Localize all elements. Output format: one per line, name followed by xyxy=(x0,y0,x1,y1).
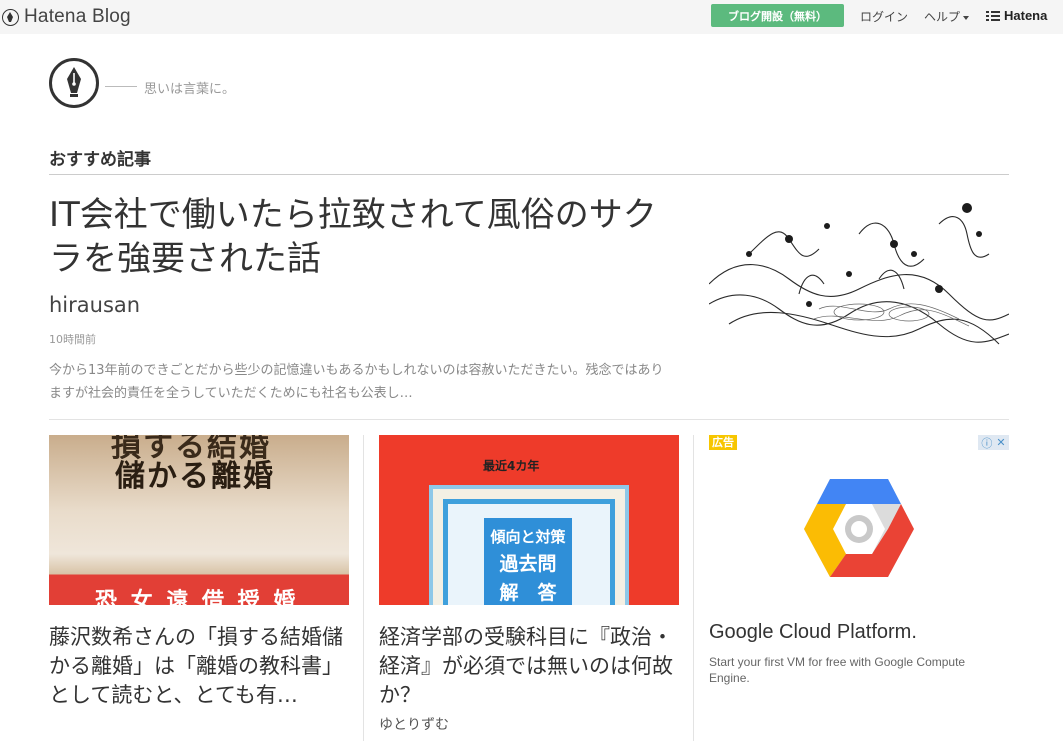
thumb-line: 傾向と対策 xyxy=(490,528,566,546)
start-blog-button[interactable]: ブログ開設（無料） xyxy=(711,4,844,27)
thumb-line: 解 答 xyxy=(499,582,557,604)
chevron-down-icon xyxy=(963,15,970,20)
hatena-blog-logo-icon xyxy=(2,8,19,26)
article-card[interactable]: 最近4カ年 傾向と対策 過去問 解 答 経済学部の受験科目に『政治・経済』が必須… xyxy=(379,435,679,734)
ad-choices[interactable]: ⓘ ✕ xyxy=(978,435,1009,450)
thumb-text-bottom: 恐 女 遠 借 授 婚 xyxy=(95,589,299,605)
thumb-line: 過去問 xyxy=(499,553,557,575)
featured-excerpt: 今から13年前のできごとだから些少の記憶違いもあるかもしれないのは容赦いただきた… xyxy=(49,363,664,401)
article-card[interactable]: 損する結婚 儲かる離婚 恐 女 遠 借 授 婚 藤沢数希さんの「損する結婚儲かる… xyxy=(49,435,349,710)
article-author[interactable]: ゆとりずむ xyxy=(379,714,679,734)
article-title[interactable]: 経済学部の受験科目に『政治・経済』が必須では無いのは何故か？ xyxy=(379,623,679,710)
featured-article-title[interactable]: IT会社で働いたら拉致されて風俗のサクラを強要された話 xyxy=(49,193,689,281)
ad-badge: 広告 xyxy=(709,435,737,450)
blog-logo-icon[interactable] xyxy=(49,58,99,108)
recommended-heading: おすすめ記事 xyxy=(49,150,151,170)
divider xyxy=(49,174,1009,175)
info-icon[interactable]: ⓘ xyxy=(981,435,992,451)
column-divider xyxy=(693,435,694,741)
tagline-dash xyxy=(105,86,137,87)
featured-thumbnail[interactable] xyxy=(708,194,1010,361)
article-thumbnail[interactable]: 損する結婚 儲かる離婚 恐 女 遠 借 授 婚 xyxy=(49,435,349,605)
brand-name: Hatena Blog xyxy=(24,6,131,27)
article-title[interactable]: 藤沢数希さんの「損する結婚儲かる離婚」は「離婚の教科書」として読むと、とても有… xyxy=(49,623,349,710)
ad-title[interactable]: Google Cloud Platform. xyxy=(709,621,917,644)
article-thumbnail[interactable]: 最近4カ年 傾向と対策 過去問 解 答 xyxy=(379,435,679,605)
close-icon[interactable]: ✕ xyxy=(996,436,1005,449)
hatena-label: Hatena xyxy=(1004,8,1048,23)
help-label: ヘルプ xyxy=(924,10,961,24)
ad-description: Start your first VM for free with Google… xyxy=(709,655,966,685)
thumb-text-main: 儲かる離婚 xyxy=(115,459,275,494)
column-divider xyxy=(363,435,364,741)
divider xyxy=(49,419,1009,420)
featured-author[interactable]: hirausan xyxy=(49,293,140,317)
thumb-text-top: 最近4カ年 xyxy=(483,459,540,473)
book-cover-frame: 傾向と対策 過去問 解 答 xyxy=(429,485,629,605)
google-cloud-logo-icon[interactable] xyxy=(802,477,916,585)
top-bar: Hatena Blog ブログ開設（無料） ログイン ヘルプ Hatena xyxy=(0,0,1063,34)
login-link[interactable]: ログイン xyxy=(860,8,908,25)
book-title-block: 傾向と対策 過去問 解 答 xyxy=(484,518,572,605)
featured-time: 10時間前 xyxy=(49,333,96,346)
hatena-menu-icon xyxy=(986,10,1000,21)
brand-link[interactable]: Hatena Blog xyxy=(2,6,131,28)
hatena-menu[interactable]: Hatena xyxy=(986,8,1047,23)
help-menu[interactable]: ヘルプ xyxy=(924,8,970,25)
blog-tagline: 思いは言葉に。 xyxy=(144,82,236,97)
